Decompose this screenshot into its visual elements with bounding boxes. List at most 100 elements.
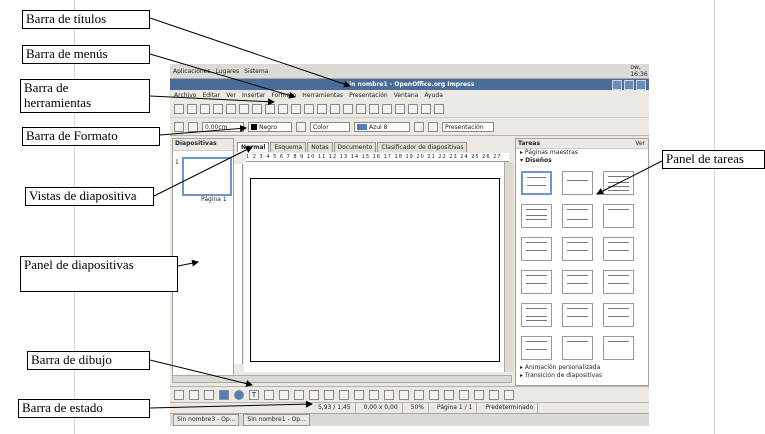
connector-icon[interactable] — [279, 389, 289, 400]
panel-menu-aplicaciones[interactable]: Aplicaciones — [173, 68, 210, 75]
vertical-scrollbar[interactable] — [504, 162, 513, 372]
tab-notas[interactable]: Notas — [307, 142, 333, 152]
layout-thumbnail[interactable] — [562, 204, 593, 228]
tab-esquema[interactable]: Esquema — [270, 142, 307, 152]
layout-thumbnail[interactable] — [562, 171, 593, 195]
panel-menu-sistema[interactable]: Sistema — [244, 68, 268, 75]
slide-page[interactable] — [250, 178, 500, 362]
effects-icon[interactable] — [459, 389, 469, 400]
basic-shapes-icon[interactable] — [309, 389, 319, 400]
cut-icon[interactable] — [291, 104, 301, 114]
tab-normal[interactable]: Normal — [237, 142, 270, 152]
section-custom-animation[interactable]: ▸ Animación personalizada — [516, 364, 604, 372]
tab-clasificador[interactable]: Clasificador de diapositivas — [377, 142, 468, 152]
menu-formato[interactable]: Formato — [271, 90, 296, 101]
autospell-icon[interactable] — [278, 104, 288, 114]
layout-thumbnail[interactable] — [521, 171, 552, 195]
status-zoom[interactable]: 50% — [407, 403, 429, 413]
slide-thumbnail[interactable] — [182, 157, 232, 196]
open-icon[interactable] — [187, 104, 197, 114]
print-icon[interactable] — [252, 104, 262, 114]
zoom-icon[interactable] — [421, 104, 431, 114]
symbol-shapes-icon[interactable] — [324, 389, 334, 400]
image-icon[interactable] — [429, 389, 439, 400]
points-icon[interactable] — [399, 389, 409, 400]
block-arrows-icon[interactable] — [339, 389, 349, 400]
section-master-pages[interactable]: ▸ Páginas maestras — [516, 149, 648, 157]
copy-icon[interactable] — [304, 104, 314, 114]
layout-thumbnail[interactable] — [603, 270, 634, 294]
layout-thumbnail[interactable] — [521, 336, 552, 360]
line-icon[interactable] — [189, 389, 199, 400]
layout-thumbnail[interactable] — [603, 336, 634, 360]
mail-icon[interactable] — [213, 104, 223, 114]
undo-icon[interactable] — [343, 104, 353, 114]
align-icon[interactable] — [474, 389, 484, 400]
presentation-button[interactable]: Presentación — [442, 122, 494, 132]
arrange-icon[interactable] — [489, 389, 499, 400]
menu-ventana[interactable]: Ventana — [394, 90, 419, 101]
tab-documento[interactable]: Documento — [333, 142, 377, 152]
stars-icon[interactable] — [384, 389, 394, 400]
menu-herramientas[interactable]: Herramientas — [302, 90, 343, 101]
menu-archivo[interactable]: Archivo — [174, 90, 196, 101]
layout-thumbnail[interactable] — [603, 204, 634, 228]
menu-insertar[interactable]: Insertar — [242, 90, 265, 101]
area-icon[interactable] — [296, 122, 306, 132]
ellipse-icon[interactable] — [234, 389, 244, 400]
menu-editar[interactable]: Editar — [202, 90, 220, 101]
edit-icon[interactable] — [226, 104, 236, 114]
slide-icon[interactable] — [428, 122, 438, 132]
close-icon[interactable] — [636, 80, 646, 90]
save-icon[interactable] — [200, 104, 210, 114]
section-layouts[interactable]: ▾ Diseños — [516, 157, 648, 165]
format-paintbrush-icon[interactable] — [330, 104, 340, 114]
help-agent-icon[interactable] — [434, 104, 444, 114]
fill-color-select[interactable]: Azul 8 — [354, 122, 410, 132]
layout-thumbnail[interactable] — [562, 237, 593, 261]
extrusion-icon[interactable] — [444, 389, 454, 400]
layout-thumbnail[interactable] — [603, 171, 634, 195]
layout-thumbnail[interactable] — [603, 303, 634, 327]
lines-arrows-icon[interactable] — [294, 389, 304, 400]
taskbar-window-2[interactable]: Sin nombre1 - Op... — [243, 414, 310, 426]
redo-icon[interactable] — [356, 104, 366, 114]
menu-ayuda[interactable]: Ayuda — [424, 90, 443, 101]
rectangle-icon[interactable] — [219, 389, 229, 400]
callouts-icon[interactable] — [369, 389, 379, 400]
panel-menu-lugares[interactable]: Lugares — [215, 68, 239, 75]
pdf-icon[interactable] — [239, 104, 249, 114]
line-color-select[interactable]: Negro — [248, 122, 292, 132]
layout-thumbnail[interactable] — [562, 336, 593, 360]
table-icon[interactable] — [382, 104, 392, 114]
menu-presentacion[interactable]: Presentación — [349, 90, 388, 101]
layout-thumbnail[interactable] — [562, 303, 593, 327]
shadow-icon[interactable] — [414, 122, 424, 132]
fill-mode-select[interactable]: Color — [310, 122, 350, 132]
layout-thumbnail[interactable] — [521, 237, 552, 261]
navigator-icon[interactable] — [408, 104, 418, 114]
menu-ver[interactable]: Ver — [226, 90, 236, 101]
styles-icon[interactable] — [174, 122, 184, 132]
maximize-icon[interactable] — [624, 80, 634, 90]
minimize-icon[interactable] — [612, 80, 622, 90]
task-pane-view-menu[interactable]: Ver — [635, 139, 645, 148]
flowchart-icon[interactable] — [354, 389, 364, 400]
text-icon[interactable]: T — [249, 389, 259, 400]
select-icon[interactable] — [174, 389, 184, 400]
line-style-icon[interactable] — [188, 122, 198, 132]
paste-icon[interactable] — [317, 104, 327, 114]
arrow-line-icon[interactable] — [204, 389, 214, 400]
taskbar-window-1[interactable]: Sin nombre3 - Op... — [173, 414, 240, 426]
new-icon[interactable] — [174, 104, 184, 114]
section-slide-transition[interactable]: ▸ Transición de diapositivas — [516, 372, 606, 380]
fontwork-icon[interactable] — [414, 389, 424, 400]
layout-thumbnail[interactable] — [521, 204, 552, 228]
layout-thumbnail[interactable] — [603, 237, 634, 261]
spellcheck-icon[interactable] — [265, 104, 275, 114]
shadow-toggle-icon[interactable] — [504, 389, 514, 400]
layout-thumbnail[interactable] — [521, 270, 552, 294]
chart-icon[interactable] — [369, 104, 379, 114]
layout-thumbnail[interactable] — [562, 270, 593, 294]
horizontal-scrollbar[interactable] — [172, 375, 512, 383]
